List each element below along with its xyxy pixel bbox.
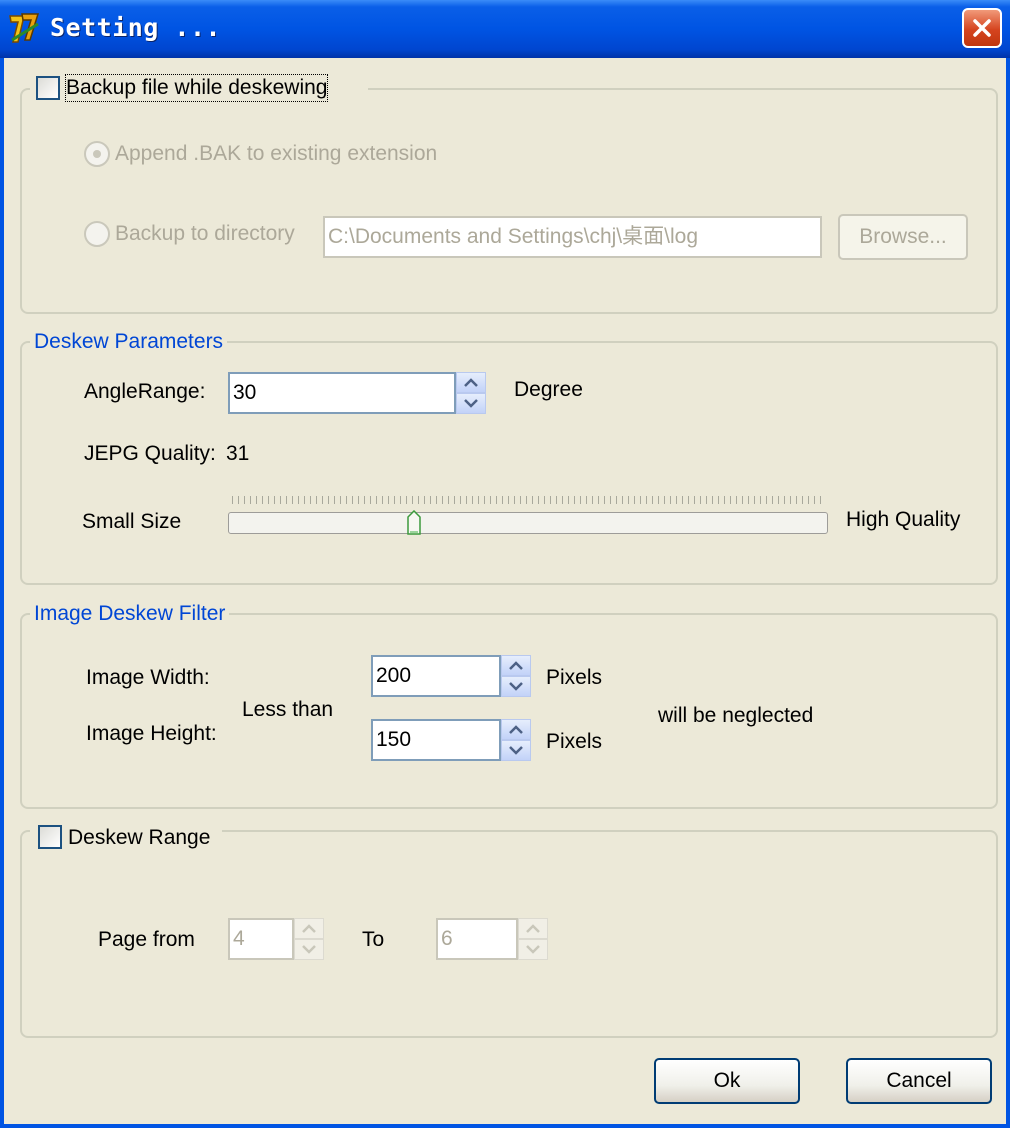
less-than-label: Less than bbox=[242, 698, 334, 721]
image-width-label: Image Width: bbox=[86, 666, 210, 689]
page-from-input[interactable]: 4 bbox=[228, 918, 294, 960]
arrow-down-icon bbox=[509, 682, 523, 691]
app-icon bbox=[9, 13, 40, 43]
angle-unit-label: Degree bbox=[514, 378, 583, 401]
to-label: To bbox=[362, 928, 385, 951]
backup-group bbox=[20, 88, 998, 314]
page-to-spinner[interactable] bbox=[518, 918, 548, 960]
dialog-body: Backup file while deskewing Append .BAK … bbox=[4, 58, 1006, 1124]
slider-thumb[interactable] bbox=[407, 510, 421, 536]
image-height-label: Image Height: bbox=[86, 722, 217, 745]
page-from-spinner[interactable] bbox=[294, 918, 324, 960]
angle-range-input[interactable]: 30 bbox=[228, 372, 456, 414]
jpeg-quality-label: JEPG Quality: bbox=[84, 442, 216, 465]
arrow-down-icon bbox=[464, 399, 478, 408]
spin-down-button[interactable] bbox=[501, 740, 531, 761]
arrow-down-icon bbox=[302, 945, 316, 954]
spin-down-button[interactable] bbox=[501, 676, 531, 697]
arrow-up-icon bbox=[509, 661, 523, 670]
arrow-down-icon bbox=[509, 746, 523, 755]
arrow-up-icon bbox=[526, 924, 540, 933]
backup-checkbox-label[interactable]: Backup file while deskewing bbox=[64, 74, 329, 102]
radio-dot bbox=[93, 150, 101, 158]
backup-directory-radio[interactable] bbox=[84, 221, 110, 247]
image-filter-title: Image Deskew Filter bbox=[30, 601, 230, 627]
backup-checkbox[interactable] bbox=[36, 76, 60, 100]
spin-up-button[interactable] bbox=[456, 372, 486, 393]
jpeg-quality-slider[interactable] bbox=[228, 512, 828, 534]
jpeg-quality-value: 31 bbox=[226, 442, 250, 465]
neglected-label: will be neglected bbox=[658, 704, 814, 727]
image-width-input[interactable]: 200 bbox=[371, 655, 501, 697]
image-height-spinner[interactable] bbox=[501, 719, 531, 761]
spin-down-button[interactable] bbox=[456, 393, 486, 414]
page-to-input[interactable]: 6 bbox=[436, 918, 518, 960]
angle-range-label: AngleRange: bbox=[84, 380, 206, 403]
arrow-up-icon bbox=[302, 924, 316, 933]
spin-down-button[interactable] bbox=[518, 939, 548, 960]
image-width-spinner[interactable] bbox=[501, 655, 531, 697]
image-height-input[interactable]: 150 bbox=[371, 719, 501, 761]
width-unit-label: Pixels bbox=[546, 666, 603, 689]
title-bar[interactable]: Setting ... bbox=[0, 0, 1010, 58]
image-filter-group bbox=[20, 613, 998, 809]
deskew-range-label[interactable]: Deskew Range bbox=[68, 825, 210, 851]
backup-directory-label: Backup to directory bbox=[115, 222, 295, 245]
spin-up-button[interactable] bbox=[294, 918, 324, 939]
deskew-range-checkbox[interactable] bbox=[38, 825, 62, 849]
spin-up-button[interactable] bbox=[501, 719, 531, 740]
arrow-down-icon bbox=[526, 945, 540, 954]
spin-up-button[interactable] bbox=[518, 918, 548, 939]
arrow-up-icon bbox=[509, 725, 523, 734]
ok-button[interactable]: Ok bbox=[654, 1058, 800, 1104]
angle-range-spinner[interactable] bbox=[456, 372, 486, 414]
backup-directory-input[interactable]: C:\Documents and Settings\chj\桌面\log bbox=[323, 216, 822, 258]
deskew-parameters-title: Deskew Parameters bbox=[30, 329, 228, 355]
spin-up-button[interactable] bbox=[501, 655, 531, 676]
slider-max-label: High Quality bbox=[846, 508, 961, 531]
append-bak-label: Append .BAK to existing extension bbox=[115, 142, 438, 165]
slider-ticks bbox=[232, 496, 824, 504]
browse-button[interactable]: Browse... bbox=[838, 214, 968, 260]
append-bak-radio[interactable] bbox=[84, 141, 110, 167]
arrow-up-icon bbox=[464, 378, 478, 387]
slider-min-label: Small Size bbox=[82, 510, 182, 533]
cancel-button[interactable]: Cancel bbox=[846, 1058, 992, 1104]
page-from-label: Page from bbox=[98, 928, 195, 951]
settings-dialog: Setting ... Backup file while deskewing … bbox=[0, 0, 1010, 1128]
spin-down-button[interactable] bbox=[294, 939, 324, 960]
height-unit-label: Pixels bbox=[546, 730, 603, 753]
close-icon bbox=[973, 19, 991, 37]
close-button[interactable] bbox=[962, 8, 1002, 48]
window-title: Setting ... bbox=[50, 13, 222, 42]
